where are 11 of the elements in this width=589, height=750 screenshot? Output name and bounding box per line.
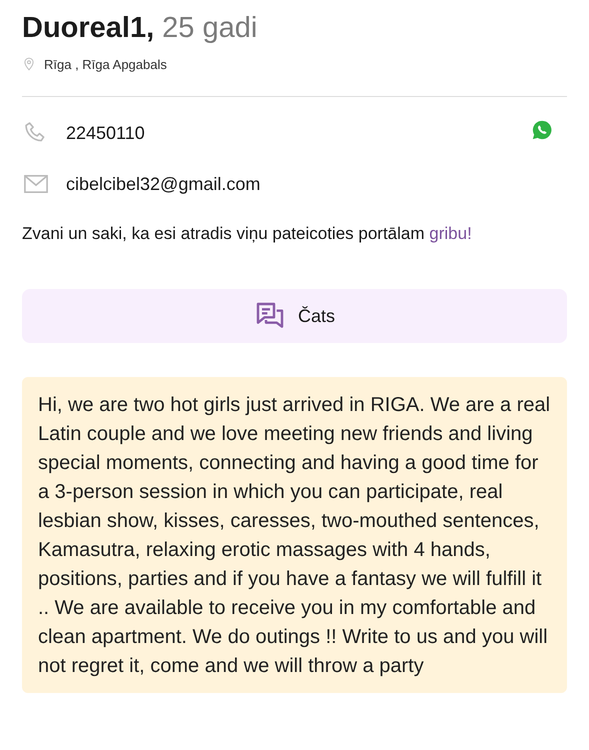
location-text: Rīga , Rīga Apgabals <box>44 56 167 72</box>
portal-link[interactable]: gribu! <box>429 224 472 243</box>
description-text: Hi, we are two hot girls just arrived in RIGA. We are a real Latin couple and we love meeting new friends and living special moments, connecting and having a good time for a 3-person session in which you can participate, real lesbian show, kisses, caresses, two-mouthed sentences, Kamasutra, relaxing erotic massages with 4 hands, positions, parties and if you have a fantasy we will fulfill it .. We are available to receive you in my comfortable and clean apartment. We do outings !! Write to us and you will not regret it, come and we will throw a party <box>22 377 567 693</box>
whatsapp-icon[interactable] <box>531 119 553 141</box>
profile-age: 25 gadi <box>162 12 258 45</box>
email-address[interactable]: cibelcibel32@gmail.com <box>66 174 567 194</box>
call-note: Zvani un saki, ka esi atradis viņu pateicoties portālam gribu! <box>22 224 473 244</box>
phone-number[interactable]: 22450110 <box>66 122 515 144</box>
profile-name: Duoreal1, <box>22 12 154 45</box>
location-pin-icon <box>22 55 36 73</box>
chat-button[interactable]: Čats <box>22 289 567 343</box>
